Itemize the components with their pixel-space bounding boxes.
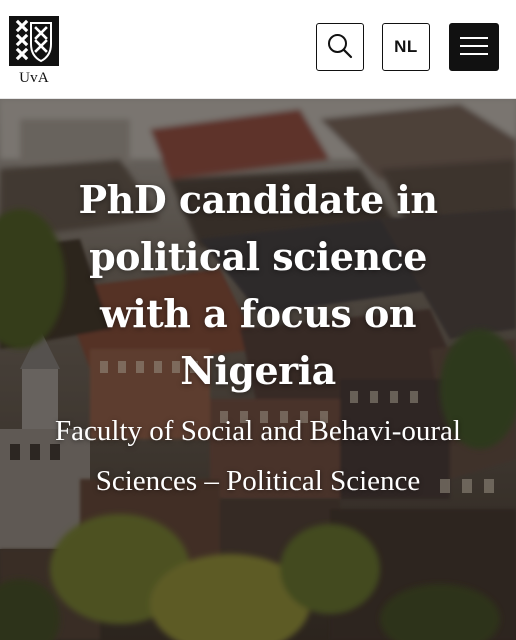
logo-text: UvA bbox=[19, 70, 49, 86]
menu-button[interactable] bbox=[449, 23, 499, 71]
search-icon bbox=[326, 32, 354, 63]
uva-crest-icon bbox=[9, 16, 59, 66]
hero-banner: PhD candidate in political science with … bbox=[0, 99, 516, 640]
hamburger-menu-icon bbox=[459, 36, 489, 59]
search-button[interactable] bbox=[316, 23, 364, 71]
language-switch-button[interactable]: NL bbox=[382, 23, 430, 71]
site-header: UvA NL bbox=[0, 0, 516, 99]
page-title: PhD candidate in political science with … bbox=[78, 177, 439, 393]
uva-logo[interactable]: UvA bbox=[9, 16, 59, 90]
faculty-subtitle: Faculty of Social and Behavi-oural Scien… bbox=[55, 415, 461, 497]
